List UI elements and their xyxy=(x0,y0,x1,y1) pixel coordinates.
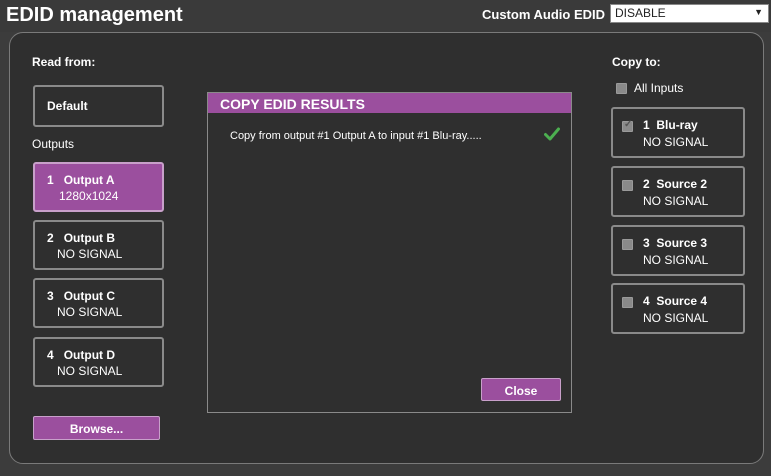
input-2-status: NO SIGNAL xyxy=(643,194,709,208)
input-button-4[interactable]: 4 Source 4 NO SIGNAL xyxy=(611,283,745,334)
output-1-status: 1280x1024 xyxy=(59,189,119,203)
copy-to-label: Copy to: xyxy=(612,55,661,69)
read-from-label: Read from: xyxy=(32,55,96,69)
input-button-1[interactable]: ✓ 1 Blu-ray NO SIGNAL xyxy=(611,107,745,158)
output-button-4[interactable]: 4 Output D NO SIGNAL xyxy=(33,337,164,387)
input-2-name: 2 Source 2 xyxy=(643,177,708,191)
page-title: EDID management xyxy=(6,4,183,26)
output-4-status: NO SIGNAL xyxy=(57,364,123,378)
output-button-1[interactable]: 1 Output A 1280x1024 xyxy=(33,162,164,212)
title-bar: EDID management Custom Audio EDID DISABL… xyxy=(0,0,771,32)
default-source-label: Default xyxy=(47,99,88,113)
copy-edid-results-dialog: COPY EDID RESULTS Copy from output #1 Ou… xyxy=(207,92,572,413)
close-button[interactable]: Close xyxy=(481,378,561,401)
input-1-status: NO SIGNAL xyxy=(643,135,709,149)
custom-audio-edid-label: Custom Audio EDID xyxy=(482,7,606,22)
input-button-3[interactable]: 3 Source 3 NO SIGNAL xyxy=(611,225,745,276)
dialog-message: Copy from output #1 Output A to input #1… xyxy=(230,130,482,142)
input-3-checkbox[interactable] xyxy=(622,239,633,250)
all-inputs-label: All Inputs xyxy=(634,81,684,95)
output-1-name: 1 Output A xyxy=(47,173,115,187)
browse-button[interactable]: Browse... xyxy=(33,416,160,440)
custom-audio-edid-value: DISABLE xyxy=(615,6,666,20)
dialog-title: COPY EDID RESULTS xyxy=(208,93,571,113)
output-3-name: 3 Output C xyxy=(47,289,116,303)
input-button-2[interactable]: 2 Source 2 NO SIGNAL xyxy=(611,166,745,217)
output-3-status: NO SIGNAL xyxy=(57,305,123,319)
output-2-status: NO SIGNAL xyxy=(57,247,123,261)
output-4-name: 4 Output D xyxy=(47,348,116,362)
input-4-checkbox[interactable] xyxy=(622,297,633,308)
input-4-name: 4 Source 4 xyxy=(643,294,708,308)
checkmark-icon: ✓ xyxy=(624,119,633,130)
output-button-3[interactable]: 3 Output C NO SIGNAL xyxy=(33,278,164,328)
input-1-checkbox[interactable]: ✓ xyxy=(622,119,633,132)
input-4-status: NO SIGNAL xyxy=(643,311,709,325)
input-3-status: NO SIGNAL xyxy=(643,253,709,267)
dropdown-arrow-icon: ▼ xyxy=(754,7,763,17)
input-3-name: 3 Source 3 xyxy=(643,236,708,250)
output-button-2[interactable]: 2 Output B NO SIGNAL xyxy=(33,220,164,270)
outputs-label: Outputs xyxy=(32,137,75,151)
default-source-button[interactable]: Default xyxy=(33,85,164,127)
all-inputs-checkbox[interactable] xyxy=(616,83,627,94)
input-1-name: 1 Blu-ray xyxy=(643,118,698,132)
input-2-checkbox[interactable] xyxy=(622,180,633,191)
custom-audio-edid-select[interactable]: DISABLE ▼ xyxy=(610,4,769,23)
success-check-icon xyxy=(544,127,560,141)
output-2-name: 2 Output B xyxy=(47,231,116,245)
